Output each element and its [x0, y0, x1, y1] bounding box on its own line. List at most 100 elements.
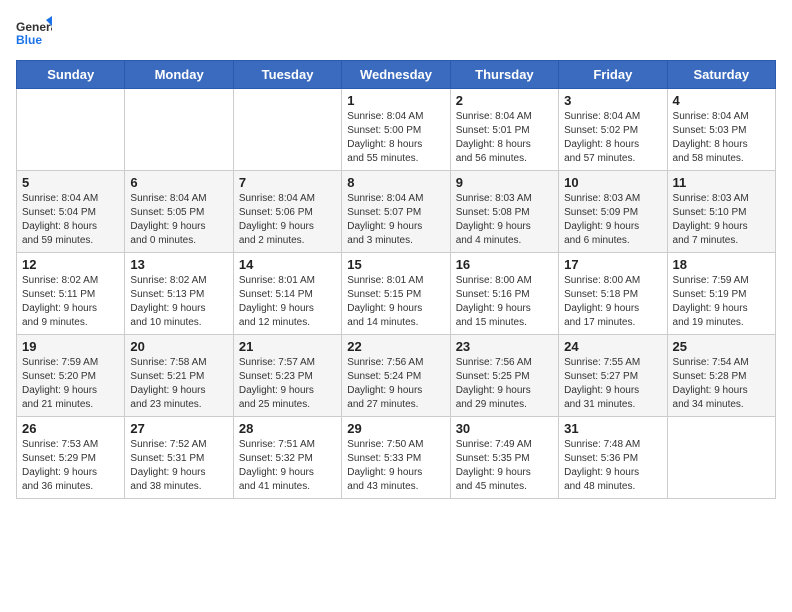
day-number: 27: [130, 421, 227, 436]
day-number: 24: [564, 339, 661, 354]
day-number: 15: [347, 257, 444, 272]
day-detail: Sunrise: 7:48 AM Sunset: 5:36 PM Dayligh…: [564, 438, 661, 494]
day-detail: Sunrise: 8:04 AM Sunset: 5:00 PM Dayligh…: [347, 110, 444, 166]
day-detail: Sunrise: 7:50 AM Sunset: 5:33 PM Dayligh…: [347, 438, 444, 494]
calendar-cell: 23 Sunrise: 7:56 AM Sunset: 5:25 PM Dayli…: [450, 335, 558, 417]
day-number: 7: [239, 175, 336, 190]
logo: General Blue: [16, 16, 52, 52]
day-detail: Sunrise: 8:03 AM Sunset: 5:08 PM Dayligh…: [456, 192, 553, 248]
day-detail: Sunrise: 8:02 AM Sunset: 5:11 PM Dayligh…: [22, 274, 119, 330]
day-number: 19: [22, 339, 119, 354]
calendar-cell: 10 Sunrise: 8:03 AM Sunset: 5:09 PM Dayli…: [559, 171, 667, 253]
day-detail: Sunrise: 7:59 AM Sunset: 5:19 PM Dayligh…: [673, 274, 770, 330]
calendar-cell: 24 Sunrise: 7:55 AM Sunset: 5:27 PM Dayli…: [559, 335, 667, 417]
svg-text:Blue: Blue: [16, 33, 42, 47]
calendar-cell: 31 Sunrise: 7:48 AM Sunset: 5:36 PM Dayli…: [559, 417, 667, 499]
calendar-table: SundayMondayTuesdayWednesdayThursdayFrid…: [16, 60, 776, 499]
day-number: 12: [22, 257, 119, 272]
calendar-body: 1 Sunrise: 8:04 AM Sunset: 5:00 PM Daylig…: [17, 89, 776, 499]
weekday-header: Sunday: [17, 61, 125, 89]
calendar-cell: 15Sunrise: 8:01 AM Sunset: 5:15 PM Dayli…: [342, 253, 450, 335]
day-detail: Sunrise: 8:04 AM Sunset: 5:02 PM Dayligh…: [564, 110, 661, 166]
day-number: 3: [564, 93, 661, 108]
calendar-cell: 1 Sunrise: 8:04 AM Sunset: 5:00 PM Daylig…: [342, 89, 450, 171]
day-detail: Sunrise: 8:04 AM Sunset: 5:05 PM Dayligh…: [130, 192, 227, 248]
calendar-cell: 20Sunrise: 7:58 AM Sunset: 5:21 PM Dayli…: [125, 335, 233, 417]
day-number: 30: [456, 421, 553, 436]
weekday-header: Saturday: [667, 61, 775, 89]
day-detail: Sunrise: 8:02 AM Sunset: 5:13 PM Dayligh…: [130, 274, 227, 330]
calendar-cell: 8 Sunrise: 8:04 AM Sunset: 5:07 PM Daylig…: [342, 171, 450, 253]
calendar-cell: 28 Sunrise: 7:51 AM Sunset: 5:32 PM Dayli…: [233, 417, 341, 499]
day-number: 28: [239, 421, 336, 436]
calendar-cell: 13 Sunrise: 8:02 AM Sunset: 5:13 PM Dayli…: [125, 253, 233, 335]
calendar-cell: 16Sunrise: 8:00 AM Sunset: 5:16 PM Dayli…: [450, 253, 558, 335]
day-number: 5: [22, 175, 119, 190]
day-detail: Sunrise: 7:49 AM Sunset: 5:35 PM Dayligh…: [456, 438, 553, 494]
calendar-cell: 14Sunrise: 8:01 AM Sunset: 5:14 PM Dayli…: [233, 253, 341, 335]
weekday-header: Friday: [559, 61, 667, 89]
day-detail: Sunrise: 8:04 AM Sunset: 5:06 PM Dayligh…: [239, 192, 336, 248]
day-detail: Sunrise: 8:04 AM Sunset: 5:04 PM Dayligh…: [22, 192, 119, 248]
calendar-cell: 6 Sunrise: 8:04 AM Sunset: 5:05 PM Daylig…: [125, 171, 233, 253]
day-number: 25: [673, 339, 770, 354]
day-detail: Sunrise: 8:00 AM Sunset: 5:16 PM Dayligh…: [456, 274, 553, 330]
calendar-cell: 4 Sunrise: 8:04 AM Sunset: 5:03 PM Daylig…: [667, 89, 775, 171]
day-detail: Sunrise: 7:56 AM Sunset: 5:25 PM Dayligh…: [456, 356, 553, 412]
day-detail: Sunrise: 8:01 AM Sunset: 5:14 PM Dayligh…: [239, 274, 336, 330]
day-detail: Sunrise: 7:55 AM Sunset: 5:27 PM Dayligh…: [564, 356, 661, 412]
day-number: 26: [22, 421, 119, 436]
day-detail: Sunrise: 7:52 AM Sunset: 5:31 PM Dayligh…: [130, 438, 227, 494]
day-number: 11: [673, 175, 770, 190]
day-detail: Sunrise: 7:57 AM Sunset: 5:23 PM Dayligh…: [239, 356, 336, 412]
calendar-cell: [667, 417, 775, 499]
calendar-cell: 7 Sunrise: 8:04 AM Sunset: 5:06 PM Daylig…: [233, 171, 341, 253]
calendar-cell: 9 Sunrise: 8:03 AM Sunset: 5:08 PM Daylig…: [450, 171, 558, 253]
calendar-cell: 19Sunrise: 7:59 AM Sunset: 5:20 PM Dayli…: [17, 335, 125, 417]
calendar-cell: 30 Sunrise: 7:49 AM Sunset: 5:35 PM Dayli…: [450, 417, 558, 499]
day-detail: Sunrise: 8:04 AM Sunset: 5:01 PM Dayligh…: [456, 110, 553, 166]
day-number: 23: [456, 339, 553, 354]
calendar-cell: 25 Sunrise: 7:54 AM Sunset: 5:28 PM Dayli…: [667, 335, 775, 417]
day-number: 22: [347, 339, 444, 354]
day-detail: Sunrise: 7:54 AM Sunset: 5:28 PM Dayligh…: [673, 356, 770, 412]
calendar-cell: 18 Sunrise: 7:59 AM Sunset: 5:19 PM Dayli…: [667, 253, 775, 335]
day-number: 2: [456, 93, 553, 108]
calendar-cell: 29 Sunrise: 7:50 AM Sunset: 5:33 PM Dayli…: [342, 417, 450, 499]
calendar-cell: 2 Sunrise: 8:04 AM Sunset: 5:01 PM Daylig…: [450, 89, 558, 171]
day-number: 1: [347, 93, 444, 108]
day-detail: Sunrise: 8:03 AM Sunset: 5:10 PM Dayligh…: [673, 192, 770, 248]
day-number: 9: [456, 175, 553, 190]
day-number: 21: [239, 339, 336, 354]
day-number: 17: [564, 257, 661, 272]
day-number: 31: [564, 421, 661, 436]
calendar-cell: 3 Sunrise: 8:04 AM Sunset: 5:02 PM Daylig…: [559, 89, 667, 171]
weekday-header: Tuesday: [233, 61, 341, 89]
day-number: 4: [673, 93, 770, 108]
day-number: 8: [347, 175, 444, 190]
calendar-cell: [233, 89, 341, 171]
day-detail: Sunrise: 8:00 AM Sunset: 5:18 PM Dayligh…: [564, 274, 661, 330]
weekday-header: Thursday: [450, 61, 558, 89]
logo-icon: General Blue: [16, 16, 52, 52]
day-number: 20: [130, 339, 227, 354]
calendar-cell: 11 Sunrise: 8:03 AM Sunset: 5:10 PM Dayli…: [667, 171, 775, 253]
weekday-header: Wednesday: [342, 61, 450, 89]
day-number: 29: [347, 421, 444, 436]
day-detail: Sunrise: 8:04 AM Sunset: 5:03 PM Dayligh…: [673, 110, 770, 166]
calendar-cell: [125, 89, 233, 171]
day-number: 6: [130, 175, 227, 190]
day-detail: Sunrise: 8:04 AM Sunset: 5:07 PM Dayligh…: [347, 192, 444, 248]
day-number: 18: [673, 257, 770, 272]
calendar-cell: 17 Sunrise: 8:00 AM Sunset: 5:18 PM Dayli…: [559, 253, 667, 335]
calendar-cell: 21 Sunrise: 7:57 AM Sunset: 5:23 PM Dayli…: [233, 335, 341, 417]
weekday-header: Monday: [125, 61, 233, 89]
calendar-cell: 26Sunrise: 7:53 AM Sunset: 5:29 PM Dayli…: [17, 417, 125, 499]
day-detail: Sunrise: 7:51 AM Sunset: 5:32 PM Dayligh…: [239, 438, 336, 494]
day-number: 10: [564, 175, 661, 190]
calendar-cell: [17, 89, 125, 171]
day-number: 13: [130, 257, 227, 272]
calendar-header: SundayMondayTuesdayWednesdayThursdayFrid…: [17, 61, 776, 89]
day-detail: Sunrise: 8:03 AM Sunset: 5:09 PM Dayligh…: [564, 192, 661, 248]
svg-text:General: General: [16, 20, 52, 34]
